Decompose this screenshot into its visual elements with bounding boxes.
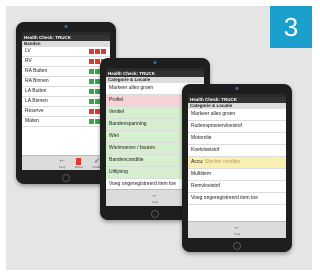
tire-label: LV — [25, 48, 31, 54]
category-label: Bandenspanning — [109, 121, 147, 127]
status-red-indicator[interactable] — [89, 109, 94, 114]
category-label: Ventiel — [109, 109, 125, 115]
bottom-toolbar: ← Terug Wissen ✓ Opslaan — [22, 155, 110, 170]
status-red-indicator[interactable] — [89, 49, 94, 54]
category-row[interactable]: Accu: Slechte conditie — [188, 157, 286, 169]
status-green-indicator[interactable] — [89, 119, 94, 124]
category-label: Multiitem — [191, 171, 212, 177]
category-row[interactable]: Koelvloeistof — [188, 145, 286, 157]
category-label: Remvloeistof — [191, 183, 220, 189]
camera-dot — [153, 61, 157, 64]
delete-label: Wissen — [74, 166, 84, 169]
tire-row[interactable]: LA Binnen — [22, 97, 110, 107]
tire-label: LA Binnen — [25, 98, 48, 104]
tablet-categorie-vloeistoffen: Health Check: TRUCK Categorie & Locatie … — [182, 84, 292, 252]
home-button — [233, 242, 241, 250]
status-red-indicator[interactable] — [95, 49, 100, 54]
category-row[interactable]: Markeer alles groen — [188, 109, 286, 121]
status-red-indicator[interactable] — [89, 59, 94, 64]
category-label: Bandenconditie — [109, 157, 144, 163]
category-label: Uitlijning — [109, 169, 128, 175]
condition-note: Slechte conditie — [204, 159, 241, 165]
tablet-screen: Health Check: TRUCK Banden LV RV RA Buiten… — [22, 32, 110, 170]
back-arrow-icon[interactable]: ← — [232, 224, 242, 231]
home-button — [62, 174, 70, 182]
status-green-indicator[interactable] — [89, 89, 94, 94]
back-arrow-icon[interactable]: ← — [57, 157, 67, 164]
category-label: Motorolie — [191, 135, 212, 141]
category-label: Markeer alles groen — [109, 85, 154, 91]
tire-row[interactable]: RA Binnen — [22, 77, 110, 87]
category-label: Voeg ongeregistreerd item toe — [109, 181, 176, 187]
tire-row[interactable]: Reserve — [22, 107, 110, 117]
tire-row[interactable]: RV — [22, 57, 110, 67]
back-label: Terug — [233, 233, 241, 236]
category-row[interactable]: Motorolie — [188, 133, 286, 145]
camera-dot — [64, 25, 68, 28]
tire-label: Reserve — [25, 108, 44, 114]
category-row[interactable]: Ruitensproeiervloeistof — [188, 121, 286, 133]
fluid-list: Markeer alles groen Ruitensproeiervloeist… — [188, 109, 286, 205]
tablet-screen: Health Check: TRUCK Categorie & Locatie … — [188, 94, 286, 238]
category-label: Ruitensproeiervloeistof — [191, 123, 242, 129]
status-green-indicator[interactable] — [89, 79, 94, 84]
tire-label: RA Buiten — [25, 68, 48, 74]
category-row[interactable]: Multiitem — [188, 169, 286, 181]
tire-row[interactable]: RA Buiten — [22, 67, 110, 77]
tire-label: LA Buiten — [25, 88, 47, 94]
category-label: Wiel — [109, 133, 119, 139]
category-label: Markeer alles groen — [191, 111, 236, 117]
category-row[interactable]: Remvloeistof — [188, 181, 286, 193]
tire-label: RA Binnen — [25, 78, 49, 84]
bottom-toolbar: ← Terug — [188, 221, 286, 238]
back-label: Terug — [151, 201, 159, 204]
category-label: Voeg ongeregistreerd item toe — [191, 195, 258, 201]
tire-label: RV — [25, 58, 32, 64]
camera-dot — [235, 87, 239, 90]
category-label: Profiel — [109, 97, 124, 103]
status-green-indicator[interactable] — [89, 99, 94, 104]
status-green-indicator[interactable] — [89, 69, 94, 74]
tire-list: LV RV RA Buiten RA Binnen LA Buiten LA Binnen… — [22, 47, 110, 127]
tire-row[interactable]: LA Buiten — [22, 87, 110, 97]
category-label: Accu — [191, 159, 203, 165]
tire-row[interactable]: LV — [22, 47, 110, 57]
home-button — [151, 210, 159, 218]
category-label: Wielmoeren / bouten — [109, 145, 156, 151]
step-badge: 3 — [270, 6, 312, 48]
tire-label: Maten — [25, 118, 39, 124]
back-arrow-icon[interactable]: ← — [150, 192, 160, 199]
status-red-indicator[interactable] — [101, 49, 106, 54]
category-row[interactable]: Voeg ongeregistreerd item toe — [188, 193, 286, 205]
delete-icon[interactable] — [76, 158, 81, 165]
category-label: Koelvloeistof — [191, 147, 220, 153]
tire-row[interactable]: Maten — [22, 117, 110, 127]
